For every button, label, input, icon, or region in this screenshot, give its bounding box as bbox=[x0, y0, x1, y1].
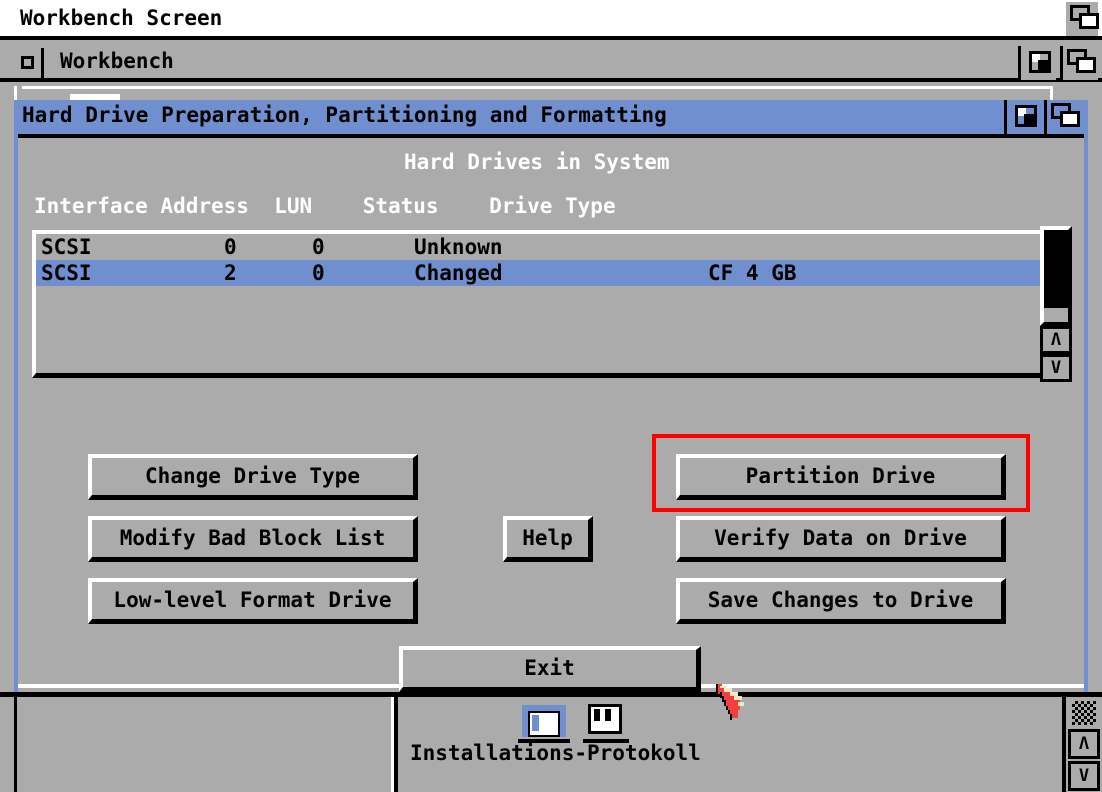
amiga-workbench-screen: Workbench Screen Workbench Hard Drive Pr… bbox=[0, 0, 1102, 792]
workbench-window-titlebar[interactable]: Workbench bbox=[0, 44, 1102, 82]
cell-status: Unknown bbox=[414, 237, 503, 258]
workbench-window-title: Workbench bbox=[60, 51, 174, 72]
drives-heading: Hard Drives in System bbox=[404, 152, 670, 173]
cell-interface: SCSI bbox=[41, 263, 92, 284]
modify-bad-block-list-button[interactable]: Modify Bad Block List bbox=[88, 516, 418, 562]
workbench-screen-title: Workbench Screen bbox=[20, 8, 222, 29]
help-button[interactable]: Help bbox=[503, 516, 593, 562]
cell-drive-type: CF 4 GB bbox=[708, 263, 797, 284]
workbench-bottom-area: Installations-Protokoll Λ V bbox=[0, 692, 1102, 792]
hdtoolbox-depth-icon[interactable] bbox=[1044, 100, 1082, 134]
scrollbar-track[interactable] bbox=[1040, 226, 1072, 326]
cell-address: 0 bbox=[224, 237, 237, 258]
workbench-screen-titlebar: Workbench Screen bbox=[0, 0, 1102, 40]
scrollbar-knob[interactable] bbox=[1044, 230, 1068, 308]
cell-status: Changed bbox=[414, 263, 503, 284]
mouse-pointer bbox=[714, 684, 758, 728]
screen-depth-gadget-icon[interactable] bbox=[1066, 2, 1098, 36]
table-row[interactable]: SCSI 2 0 Changed CF 4 GB bbox=[36, 260, 1046, 286]
installation-protocol-label: Installations-Protokoll bbox=[410, 743, 701, 764]
workbench-zoom-icon[interactable] bbox=[1018, 46, 1056, 80]
workbench-left-panel bbox=[14, 697, 394, 792]
workbench-depth-icon[interactable] bbox=[1060, 46, 1098, 80]
hdtoolbox-titlebar[interactable]: Hard Drive Preparation, Partitioning and… bbox=[18, 100, 1084, 134]
disk-icon[interactable] bbox=[518, 701, 570, 743]
hdtoolbox-title: Hard Drive Preparation, Partitioning and… bbox=[22, 105, 667, 126]
scroll-down-arrow-icon[interactable]: V bbox=[1040, 354, 1072, 382]
workbench-scrollbar[interactable]: Λ V bbox=[1062, 697, 1102, 792]
drives-list-scrollbar[interactable]: Λ V bbox=[1040, 226, 1072, 382]
tool-icon[interactable] bbox=[583, 701, 629, 743]
low-level-format-drive-button[interactable]: Low-level Format Drive bbox=[88, 578, 418, 624]
hdtoolbox-zoom-icon[interactable] bbox=[1004, 100, 1042, 134]
exit-button[interactable]: Exit bbox=[399, 646, 701, 692]
depth-front-shape bbox=[1076, 57, 1096, 73]
cell-lun: 0 bbox=[312, 263, 325, 284]
hdtoolbox-window: Hard Drive Preparation, Partitioning and… bbox=[14, 100, 1088, 692]
partition-drive-button[interactable]: Partition Drive bbox=[676, 454, 1006, 500]
scroll-up-arrow-icon[interactable]: Λ bbox=[1040, 326, 1072, 354]
drives-column-headers: Interface Address LUN Status Drive Type bbox=[34, 196, 616, 217]
save-changes-to-drive-button[interactable]: Save Changes to Drive bbox=[676, 578, 1006, 624]
workbench-close-icon[interactable] bbox=[14, 48, 44, 78]
change-drive-type-button[interactable]: Change Drive Type bbox=[88, 454, 418, 500]
hdtoolbox-body: Hard Drives in System Interface Address … bbox=[18, 134, 1084, 688]
depth-front-shape bbox=[1079, 13, 1099, 29]
scrollbar-knob[interactable] bbox=[1070, 699, 1098, 727]
scroll-down-arrow-icon[interactable]: V bbox=[1068, 761, 1100, 791]
verify-data-on-drive-button[interactable]: Verify Data on Drive bbox=[676, 516, 1006, 562]
zoom-square-shape bbox=[1015, 105, 1037, 127]
cell-interface: SCSI bbox=[41, 237, 92, 258]
depth-front-shape bbox=[1060, 111, 1080, 127]
zoom-square-shape bbox=[1029, 51, 1051, 73]
drives-list[interactable]: SCSI 0 0 Unknown SCSI 2 0 Changed CF 4 G… bbox=[32, 230, 1052, 378]
table-row[interactable]: SCSI 0 0 Unknown bbox=[36, 234, 1046, 260]
scroll-up-arrow-icon[interactable]: Λ bbox=[1068, 729, 1100, 759]
cell-address: 2 bbox=[224, 263, 237, 284]
close-square-shape bbox=[21, 56, 34, 69]
cell-lun: 0 bbox=[312, 237, 325, 258]
